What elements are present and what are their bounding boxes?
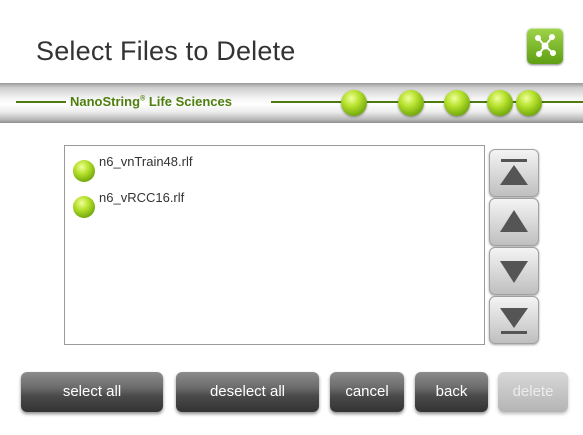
scroll-to-top-icon (500, 159, 528, 185)
brand-suffix: Life Sciences (145, 94, 232, 109)
progress-dot (516, 90, 542, 116)
file-name: n6_vRCC16.rlf (99, 190, 185, 205)
progress-dot (487, 90, 513, 116)
progress-dot (341, 90, 367, 116)
scroll-up-icon (500, 210, 528, 232)
page-title: Select Files to Delete (36, 36, 296, 66)
file-list[interactable]: n6_vnTrain48.rlf n6_vRCC16.rlf (64, 145, 485, 345)
delete-button: delete (498, 372, 568, 412)
cancel-button[interactable]: cancel (330, 372, 404, 412)
progress-dot (398, 90, 424, 116)
brand-name: NanoString® Life Sciences (70, 94, 232, 109)
banner-rule-left (16, 101, 66, 103)
file-name: n6_vnTrain48.rlf (99, 154, 193, 169)
green-status-dot-icon (73, 160, 95, 182)
scroll-up-button[interactable] (489, 198, 539, 246)
brand-text: NanoString (70, 94, 141, 109)
scroll-to-top-button[interactable] (489, 149, 539, 197)
scroll-to-bottom-icon (500, 308, 528, 334)
progress-dot (444, 90, 470, 116)
app-menu-button[interactable] (527, 28, 563, 64)
select-all-button[interactable]: select all (21, 372, 163, 412)
network-nodes-icon (535, 34, 556, 57)
scroll-down-button[interactable] (489, 247, 539, 295)
scroll-to-bottom-button[interactable] (489, 296, 539, 344)
green-status-dot-icon (73, 196, 95, 218)
back-button[interactable]: back (415, 372, 488, 412)
scroll-down-icon (500, 261, 528, 283)
deselect-all-button[interactable]: deselect all (176, 372, 319, 412)
